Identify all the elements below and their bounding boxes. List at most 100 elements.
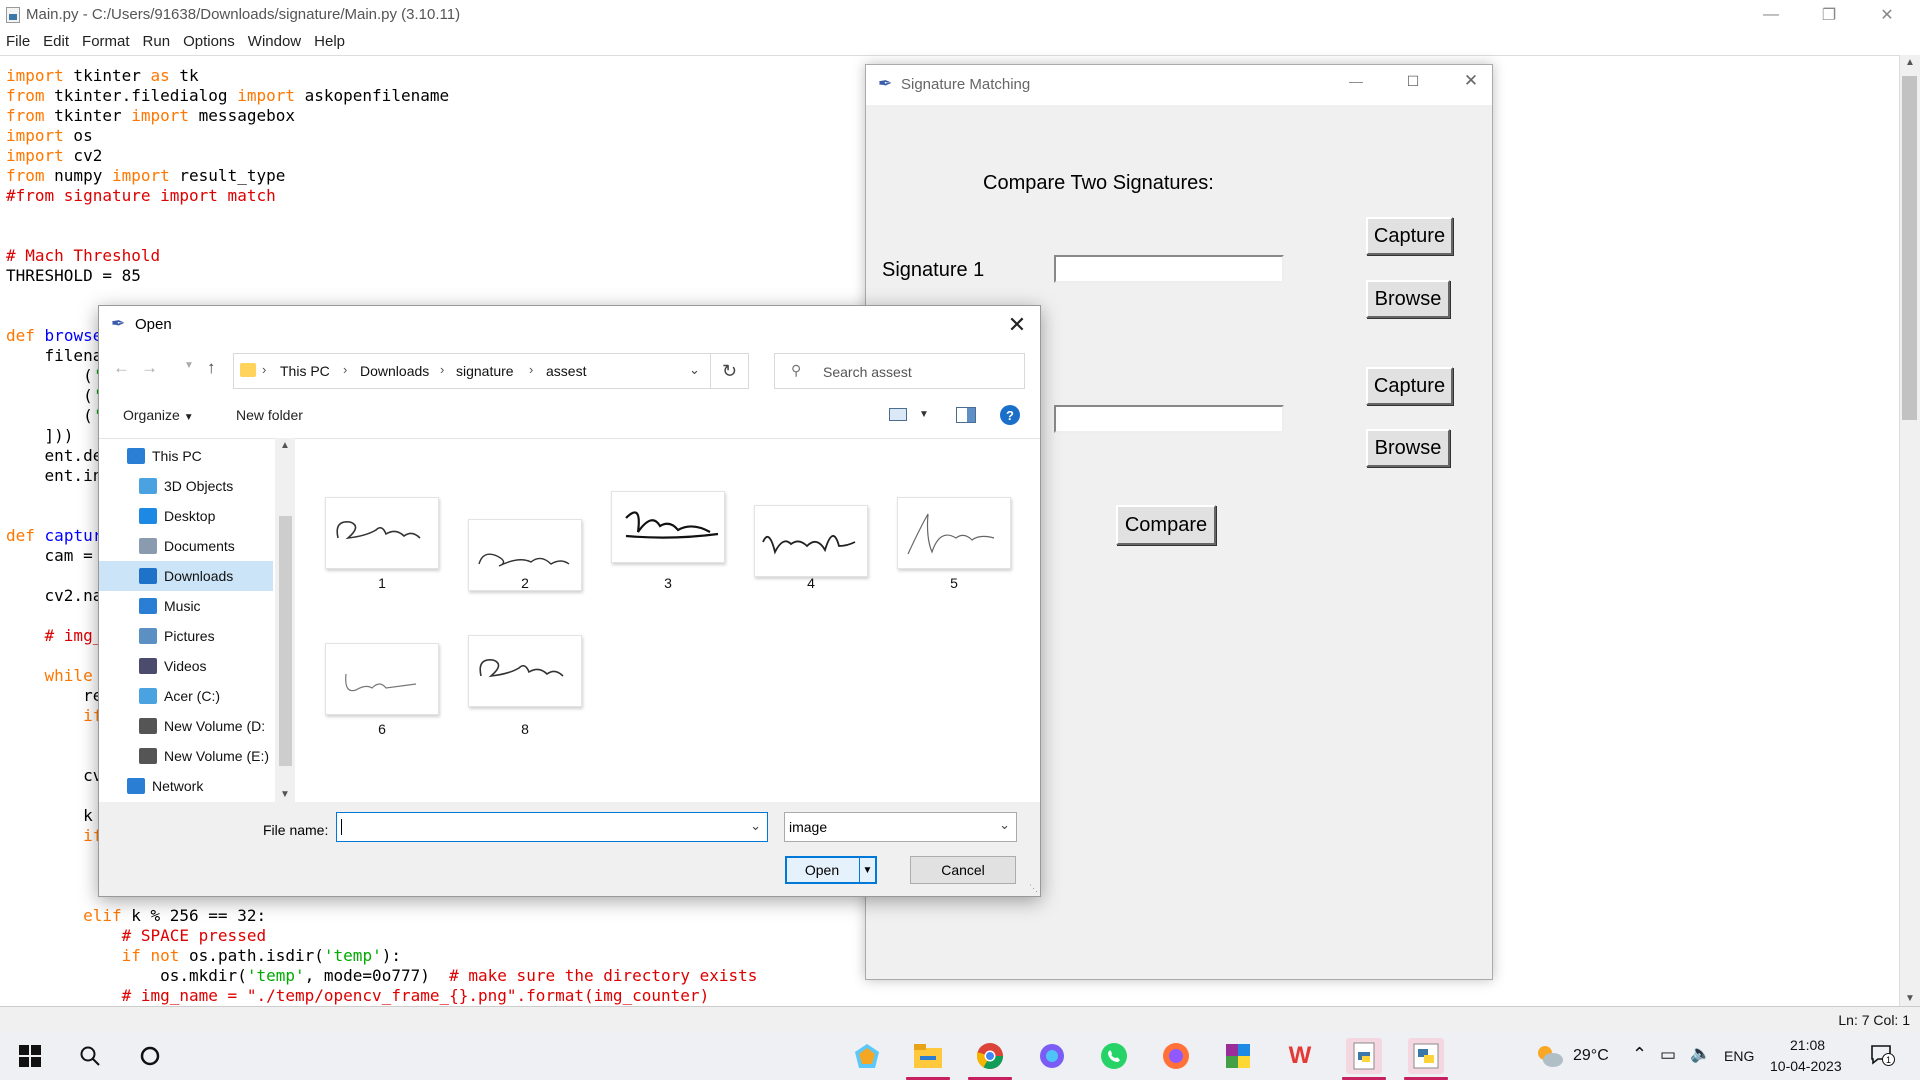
- file-type-select[interactable]: image ⌄: [784, 812, 1017, 842]
- code-line: (': [6, 406, 102, 426]
- volume-icon[interactable]: 🔈: [1690, 1044, 1711, 1064]
- whatsapp-icon[interactable]: [1098, 1040, 1130, 1072]
- signature-thumbnail[interactable]: [468, 635, 582, 707]
- address-dropdown-chevron-icon[interactable]: ⌄: [689, 362, 700, 378]
- cortana-icon[interactable]: [134, 1040, 166, 1072]
- cancel-button[interactable]: Cancel: [910, 856, 1016, 884]
- browse-button-1[interactable]: Browse: [1366, 280, 1450, 318]
- menu-help[interactable]: Help: [308, 30, 351, 54]
- file-name-label[interactable]: 4: [754, 575, 868, 591]
- code-token: elif: [83, 906, 122, 925]
- nav-item-pictures[interactable]: Pictures: [99, 621, 273, 651]
- file-name-input[interactable]: ⌄: [336, 812, 768, 842]
- help-icon[interactable]: ?: [1000, 405, 1020, 425]
- firefox-icon[interactable]: [1160, 1040, 1192, 1072]
- signature-thumbnail[interactable]: [897, 497, 1011, 569]
- file-name-label[interactable]: 2: [468, 575, 582, 591]
- clock-date[interactable]: 10-04-2023: [1770, 1058, 1842, 1074]
- file-name-dropdown-chevron-icon[interactable]: ⌄: [750, 818, 761, 834]
- new-folder-button[interactable]: New folder: [236, 407, 303, 423]
- wps-office-icon[interactable]: W: [1284, 1040, 1316, 1072]
- menu-file[interactable]: File: [0, 30, 36, 54]
- refresh-icon[interactable]: ↻: [711, 353, 749, 389]
- file-name-label[interactable]: 1: [325, 575, 439, 591]
- weather-icon[interactable]: [1534, 1040, 1566, 1072]
- close-button[interactable]: ✕: [1858, 0, 1916, 30]
- menu-run[interactable]: Run: [137, 30, 177, 54]
- nav-item-network[interactable]: Network: [99, 771, 273, 801]
- resize-grip-icon[interactable]: ⋱: [1029, 883, 1038, 894]
- restore-button[interactable]: ❐: [1800, 0, 1858, 30]
- view-options-chevron-icon[interactable]: ▼: [919, 409, 929, 420]
- open-split-chevron-icon[interactable]: ▼: [859, 858, 875, 882]
- app-icon-blue[interactable]: [1036, 1040, 1068, 1072]
- nav-item-videos[interactable]: Videos: [99, 651, 273, 681]
- capture-button-2[interactable]: Capture: [1366, 367, 1453, 405]
- nav-item-documents[interactable]: Documents: [99, 531, 273, 561]
- forward-arrow-icon[interactable]: →: [141, 358, 158, 378]
- code-token: tk: [169, 66, 199, 85]
- winrar-icon[interactable]: [1222, 1040, 1254, 1072]
- show-hidden-icons-chevron-icon[interactable]: ⌃: [1632, 1044, 1647, 1065]
- nav-item-new-volume-e[interactable]: New Volume (E:): [99, 741, 273, 771]
- signature-1-path-input[interactable]: [1054, 255, 1284, 283]
- nav-item-music[interactable]: Music: [99, 591, 273, 621]
- file-name-label[interactable]: 8: [468, 721, 582, 737]
- menu-options[interactable]: Options: [177, 30, 241, 54]
- file-name-label[interactable]: 6: [325, 721, 439, 737]
- close-icon[interactable]: ✕: [1002, 310, 1032, 340]
- browse-button-2[interactable]: Browse: [1366, 429, 1450, 467]
- signature-thumbnail[interactable]: [325, 643, 439, 715]
- menu-window[interactable]: Window: [242, 30, 307, 54]
- nav-item-3d-objects[interactable]: 3D Objects: [99, 471, 273, 501]
- nav-item-downloads[interactable]: Downloads: [99, 561, 273, 591]
- nav-item-this-pc[interactable]: This PC: [99, 441, 273, 471]
- breadcrumb-assest[interactable]: assest: [546, 363, 586, 379]
- start-windows-icon[interactable]: [14, 1040, 46, 1072]
- breadcrumb-this-pc[interactable]: This PC: [280, 363, 330, 379]
- battery-icon[interactable]: ▭: [1660, 1045, 1676, 1065]
- menu-format[interactable]: Format: [76, 30, 136, 54]
- nav-item-label: Documents: [164, 538, 235, 554]
- search-icon[interactable]: [74, 1040, 106, 1072]
- capture-button-1[interactable]: Capture: [1366, 217, 1453, 255]
- file-name-label[interactable]: 5: [897, 575, 1011, 591]
- file-name-label[interactable]: 3: [611, 575, 725, 591]
- python-idle-icon[interactable]: [1346, 1038, 1382, 1074]
- notification-center-icon[interactable]: 1: [1870, 1044, 1895, 1066]
- breadcrumb-signature[interactable]: signature: [456, 363, 514, 379]
- maximize-button[interactable]: ☐: [1393, 73, 1433, 97]
- weather-temperature[interactable]: 29°C: [1573, 1047, 1609, 1065]
- preview-pane-icon[interactable]: [956, 407, 976, 423]
- signature-thumbnail[interactable]: [325, 497, 439, 569]
- back-arrow-icon[interactable]: ←: [113, 358, 130, 378]
- signature-thumbnail[interactable]: [754, 505, 868, 577]
- nav-item-acer-c[interactable]: Acer (C:): [99, 681, 273, 711]
- nav-item-desktop[interactable]: Desktop: [99, 501, 273, 531]
- file-explorer-icon[interactable]: [912, 1040, 944, 1072]
- clock-time[interactable]: 21:08: [1790, 1037, 1825, 1053]
- minimize-button[interactable]: —: [1742, 0, 1800, 30]
- breadcrumb-downloads[interactable]: Downloads: [360, 363, 429, 379]
- editor-scrollbar-thumb[interactable]: [1902, 76, 1917, 420]
- search-box[interactable]: ⚲ Search assest: [774, 353, 1025, 389]
- chrome-icon[interactable]: [974, 1040, 1006, 1072]
- recent-locations-chevron-icon[interactable]: ▼: [184, 360, 194, 371]
- app-icon-store[interactable]: [851, 1040, 883, 1072]
- close-button[interactable]: ✕: [1451, 71, 1491, 95]
- menu-edit[interactable]: Edit: [37, 30, 75, 54]
- compare-button[interactable]: Compare: [1116, 505, 1216, 545]
- address-bar[interactable]: › This PC › Downloads › signature › asse…: [233, 353, 711, 389]
- minimize-button[interactable]: —: [1336, 73, 1376, 97]
- python-app-icon[interactable]: [1408, 1038, 1444, 1074]
- code-line: os.mkdir('temp', mode=0o777) # make sure…: [6, 966, 757, 986]
- organize-button[interactable]: Organize ▼: [123, 407, 194, 423]
- open-button[interactable]: Open ▼: [785, 856, 877, 884]
- signature-thumbnail[interactable]: [611, 491, 725, 563]
- navigation-pane-scrollbar-thumb[interactable]: [279, 516, 292, 766]
- input-language[interactable]: ENG: [1724, 1048, 1754, 1064]
- nav-item-new-volume-d[interactable]: New Volume (D:: [99, 711, 273, 741]
- up-arrow-icon[interactable]: ↑: [207, 358, 216, 378]
- signature-2-path-input[interactable]: [1054, 405, 1284, 433]
- view-options-icon[interactable]: [889, 408, 907, 421]
